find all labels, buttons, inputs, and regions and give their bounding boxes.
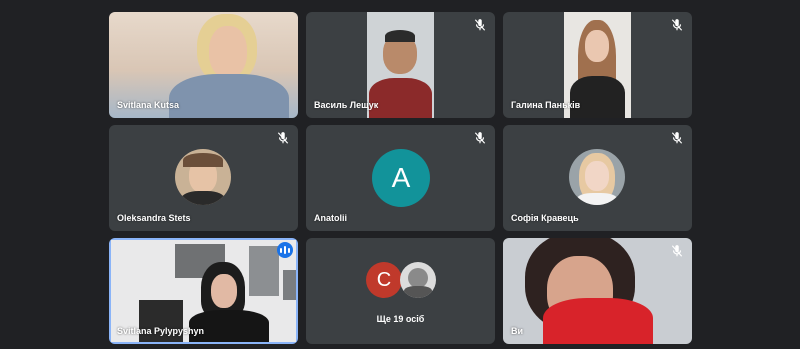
participant-name: Василь Лещук (314, 100, 379, 110)
participant-name: Ви (511, 326, 524, 336)
mic-off-icon (670, 244, 684, 258)
participant-avatar: A (372, 149, 430, 207)
overflow-avatar: C (366, 262, 402, 298)
overflow-avatar-photo (400, 262, 436, 298)
mic-off-icon (670, 18, 684, 32)
participant-tile-anatolii[interactable]: A Anatolii (306, 125, 495, 231)
participant-name: Anatolii (314, 213, 347, 223)
participant-tile-self[interactable]: Ви (503, 238, 692, 344)
mic-off-icon (473, 18, 487, 32)
participant-video (503, 238, 692, 344)
participant-avatar (569, 149, 625, 205)
participant-tile-sofiia-kravets[interactable]: Софія Кравець (503, 125, 692, 231)
mic-off-icon (670, 131, 684, 145)
participant-name: Svitlana Kutsa (117, 100, 180, 110)
participant-name: Oleksandra Stets (117, 213, 191, 223)
participant-tile-svitlana-pylypyshyn[interactable]: Svitlana Pylypyshyn (109, 238, 298, 344)
meeting-grid: { "participants": { "p1": {"name": "Svit… (0, 0, 800, 349)
participant-tile-vasyl-leshchuk[interactable]: Василь Лещук (306, 12, 495, 118)
participant-tile-oleksandra-stets[interactable]: Oleksandra Stets (109, 125, 298, 231)
participant-avatar (175, 149, 231, 205)
more-participants-tile[interactable]: C Ще 19 осіб (306, 238, 495, 344)
mic-off-icon (276, 131, 290, 145)
participant-name: Svitlana Pylypyshyn (117, 326, 205, 336)
mic-off-icon (473, 131, 487, 145)
audio-level-icon (277, 242, 293, 258)
more-participants-label: Ще 19 осіб (376, 314, 425, 324)
participant-tile-halyna-pankiv[interactable]: Галина Паньків (503, 12, 692, 118)
participant-tile-svitlana-kutsa[interactable]: Svitlana Kutsa (109, 12, 298, 118)
participant-name: Софія Кравець (511, 213, 579, 223)
participant-name: Галина Паньків (511, 100, 581, 110)
